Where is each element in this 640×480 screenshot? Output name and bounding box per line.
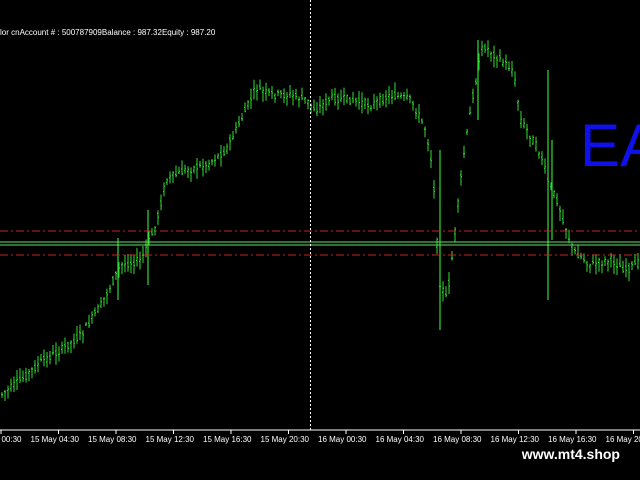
- x-tick-label: 16 May 04:30: [376, 435, 425, 444]
- balance-label: Balance: [101, 28, 134, 37]
- account-info-line: lor cnAccount # : 500787909Balance : 987…: [0, 28, 215, 37]
- account-label: Account #: [19, 28, 58, 37]
- ea-overlay-text: EA: [580, 112, 640, 179]
- x-tick-label: 16 May 12:30: [491, 435, 540, 444]
- equity-label: Equity: [161, 28, 187, 37]
- x-tick-label: 15 May 08:30: [88, 435, 137, 444]
- x-tick-label: 15 May 20:30: [261, 435, 310, 444]
- account-value: : 500787909: [57, 28, 102, 37]
- watermark-text: www.mt4.shop: [521, 446, 620, 462]
- price-chart[interactable]: 15 May 00:30 15 May 04:30 15 May 08:30 15 M…: [0, 0, 640, 450]
- equity-value: : 987.20: [186, 28, 216, 37]
- x-tick-label: 15 May 12:30: [146, 435, 195, 444]
- chart-canvas[interactable]: 15 May 00:30 15 May 04:30 15 May 08:30 15 M…: [0, 0, 640, 450]
- x-tick-label: 15 May 04:30: [31, 435, 80, 444]
- balance-value: : 987.32: [133, 28, 162, 37]
- x-tick-label: 16 May 08:30: [433, 435, 482, 444]
- x-tick-label: 16 May 20:30: [606, 435, 640, 444]
- x-tick-label: 15 May 16:30: [203, 435, 252, 444]
- x-tick-label: 16 May 00:30: [318, 435, 367, 444]
- x-tick-label: 16 May 16:30: [548, 435, 597, 444]
- x-tick-label: 15 May 00:30: [0, 435, 22, 444]
- info-prefix: lor cn: [0, 28, 20, 37]
